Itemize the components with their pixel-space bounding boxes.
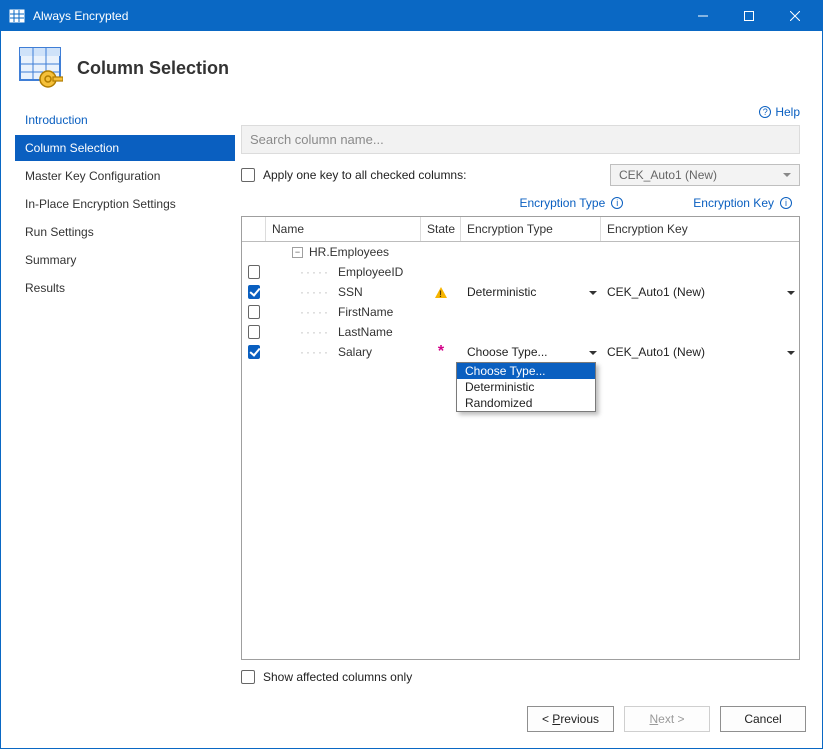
column-name: Salary (338, 345, 372, 359)
titlebar: Always Encrypted (1, 1, 822, 31)
tree-line-icon: ····· (300, 345, 330, 359)
col-type-header[interactable]: Encryption Type (461, 217, 601, 241)
grid-header: Name State Encryption Type Encryption Ke… (242, 217, 799, 242)
warning-icon (435, 281, 447, 298)
table-row: ····· SSN Deterministic CEK_Auto1 (New) (242, 282, 799, 302)
dropdown-option[interactable]: Choose Type... (457, 363, 595, 379)
tree-line-icon: ····· (300, 325, 330, 339)
dropdown-option[interactable]: Randomized (457, 395, 595, 411)
row-checkbox[interactable] (248, 265, 260, 279)
legend-encryption-type[interactable]: Encryption Type i (519, 196, 623, 210)
close-button[interactable] (772, 1, 818, 31)
collapse-icon[interactable]: − (292, 247, 303, 258)
col-key-header[interactable]: Encryption Key (601, 217, 799, 241)
nav-introduction[interactable]: Introduction (15, 107, 235, 133)
row-checkbox[interactable] (248, 285, 260, 299)
minimize-button[interactable] (680, 1, 726, 31)
chevron-down-icon (787, 291, 795, 299)
row-checkbox[interactable] (248, 305, 260, 319)
page-title: Column Selection (77, 58, 229, 79)
group-label: HR.Employees (309, 245, 389, 259)
window-title: Always Encrypted (33, 9, 128, 23)
show-affected-label: Show affected columns only (263, 670, 412, 684)
cancel-button[interactable]: Cancel (720, 706, 806, 732)
dropdown-option[interactable]: Deterministic (457, 379, 595, 395)
help-icon: ? (759, 106, 771, 118)
table-row: ····· LastName (242, 322, 799, 342)
apply-one-key-label: Apply one key to all checked columns: (263, 168, 466, 182)
column-name: FirstName (338, 305, 393, 319)
footer-buttons: < Previous Next > Cancel (1, 692, 822, 748)
content-area: Column Selection Introduction Column Sel… (1, 31, 822, 748)
body-split: Introduction Column Selection Master Key… (1, 99, 822, 692)
encryption-type-dropdown[interactable]: Choose Type... Deterministic Randomized (456, 362, 596, 412)
apply-one-key-row: Apply one key to all checked columns: CE… (241, 164, 806, 196)
tree-line-icon: ····· (300, 285, 330, 299)
legend-row: Encryption Type i Encryption Key i (241, 196, 806, 216)
table-row: ····· FirstName (242, 302, 799, 322)
col-state-header[interactable]: State (421, 217, 461, 241)
nav-results: Results (15, 275, 235, 301)
help-link[interactable]: ? Help (759, 105, 800, 119)
next-button: Next > (624, 706, 710, 732)
grid-body: − HR.Employees ····· EmployeeID (242, 242, 799, 362)
tree-line-icon: ····· (300, 265, 330, 279)
group-row[interactable]: − HR.Employees (242, 242, 799, 262)
encryption-key-cell[interactable]: CEK_Auto1 (New) (601, 345, 799, 359)
wizard-icon (17, 45, 63, 91)
legend-encryption-key[interactable]: Encryption Key i (693, 196, 792, 210)
table-row: ····· EmployeeID (242, 262, 799, 282)
previous-button[interactable]: < Previous (527, 706, 614, 732)
row-checkbox[interactable] (248, 345, 260, 359)
encryption-type-cell[interactable]: Deterministic (461, 285, 601, 299)
main-panel: ? Help Apply one key to all checked colu… (241, 99, 814, 684)
encryption-key-cell[interactable]: CEK_Auto1 (New) (601, 285, 799, 299)
search-input[interactable] (241, 125, 800, 154)
page-header: Column Selection (1, 31, 822, 99)
app-icon (9, 8, 25, 24)
help-label: Help (775, 105, 800, 119)
show-affected-checkbox[interactable] (241, 670, 255, 684)
column-name: SSN (338, 285, 363, 299)
tree-line-icon: ····· (300, 305, 330, 319)
maximize-button[interactable] (726, 1, 772, 31)
row-checkbox[interactable] (248, 325, 260, 339)
nav-column-selection[interactable]: Column Selection (15, 135, 235, 161)
info-icon: i (780, 197, 792, 209)
nav-master-key: Master Key Configuration (15, 163, 235, 189)
info-icon: i (611, 197, 623, 209)
encryption-type-cell[interactable]: Choose Type... (461, 345, 601, 359)
col-name-header[interactable]: Name (266, 217, 421, 241)
apply-one-key-select[interactable]: CEK_Auto1 (New) (610, 164, 800, 186)
required-icon: * (438, 343, 444, 361)
nav-run-settings: Run Settings (15, 219, 235, 245)
nav-summary: Summary (15, 247, 235, 273)
chevron-down-icon (787, 351, 795, 359)
apply-one-key-checkbox[interactable] (241, 168, 255, 182)
column-name: LastName (338, 325, 393, 339)
column-name: EmployeeID (338, 265, 403, 279)
window-root: Always Encrypted (0, 0, 823, 749)
chevron-down-icon (589, 351, 597, 359)
search-box[interactable] (241, 125, 800, 154)
show-affected-row: Show affected columns only (241, 660, 806, 684)
apply-one-key-value: CEK_Auto1 (New) (619, 168, 717, 182)
table-row: ····· Salary * Choose Type... CEK_Auto1 (… (242, 342, 799, 362)
columns-grid: Name State Encryption Type Encryption Ke… (241, 216, 800, 660)
wizard-sidebar: Introduction Column Selection Master Key… (9, 99, 241, 684)
chevron-down-icon (589, 291, 597, 299)
nav-inplace-encryption: In-Place Encryption Settings (15, 191, 235, 217)
